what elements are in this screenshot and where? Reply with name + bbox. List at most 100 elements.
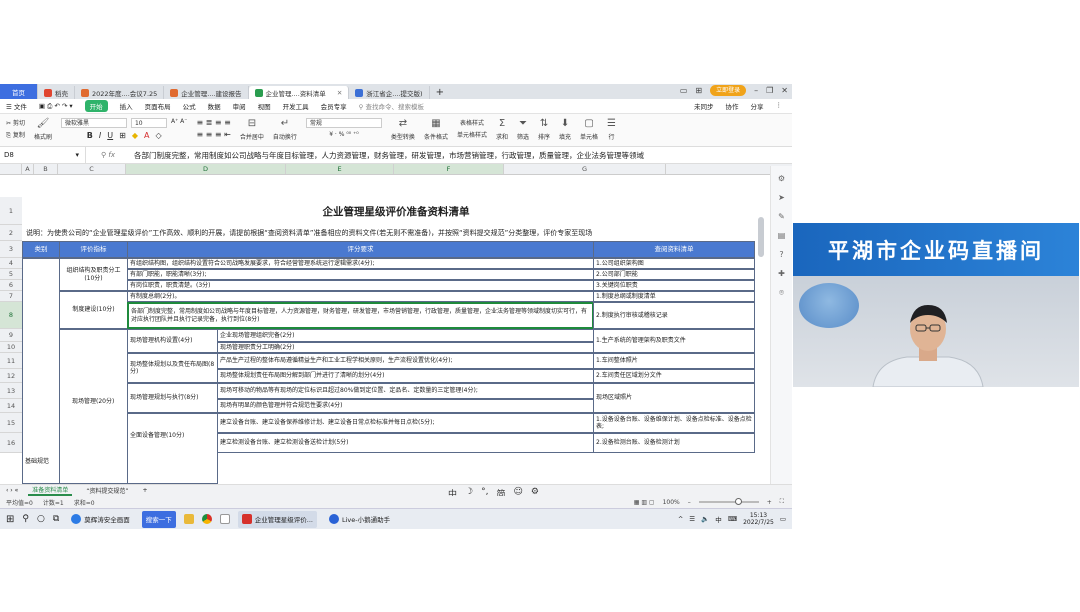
cut-button[interactable]: ✂ 剪切 ⎘ 复制 [6,118,25,140]
row-button[interactable]: ☰ 行 [607,118,616,141]
wrap-button[interactable]: ↵ 自动换行 [273,118,297,141]
cursor-icon[interactable]: ➤ [778,193,785,202]
add-sheet-icon[interactable]: + [143,487,148,494]
align-icons-2[interactable]: ≡ ≡ ≡ ⇤ [196,130,230,139]
row-number[interactable]: 9 [0,329,22,342]
requirement-cell[interactable]: 现场可移动的物品等有现场的定位标识且超过80%做到定位置、定品名、定数量的三定管… [217,383,594,399]
hamburger-icon[interactable]: ☰ 文件 [6,101,27,111]
indicator-cell[interactable]: 制度建设(10分) [59,291,128,329]
category-cell[interactable]: 基础规范 [22,258,60,484]
document-cell[interactable]: 1.制度总纲或制度清单 [593,291,755,302]
cortana-icon[interactable]: ○ [37,514,45,524]
menu-data[interactable]: 数据 [208,101,221,111]
row-number[interactable]: 5 [0,269,22,280]
row-number[interactable]: 4 [0,258,22,269]
row-number[interactable]: 3 [0,241,22,258]
layout-icon[interactable]: ▭ [680,86,688,95]
clear-icon[interactable]: ◇ [155,131,161,140]
menu-start[interactable]: 开始 [84,100,108,112]
view-normal-icon[interactable]: ▦ ▥ ▢ [634,499,655,506]
number-format-select[interactable]: 常规 [305,118,382,128]
row-number[interactable]: 14 [0,399,22,413]
notification-icon[interactable]: ▭ [780,515,786,523]
align-icons[interactable]: ≡ ≣ ≡ ≡ [196,118,230,127]
collab-button[interactable]: 协作 [726,101,739,111]
underline-icon[interactable]: U [107,131,113,140]
select-all[interactable] [0,164,22,174]
group-cell[interactable]: 现场管理(20分) [59,329,128,484]
requirement-cell[interactable]: 建立检测设备台账、建立检测设备送检计划(5分) [217,433,594,453]
command-search[interactable]: ⚲ 查找命令、搜索模板 [359,101,424,111]
requirement-cell[interactable]: 现场管理职责分工明确(2分) [217,342,594,353]
requirement-cell[interactable]: 有制度总纲(2分)。 [127,291,594,302]
sub-indicator-cell[interactable]: 现场整体规划以及责任布局图(8分) [127,353,218,383]
cond-format-button[interactable]: ▦ 条件格式 [424,118,448,141]
menu-formula[interactable]: 公式 [183,101,196,111]
name-box[interactable]: D8 ▾ [0,147,86,163]
file-icon[interactable] [219,514,230,524]
help-icon[interactable]: ? [779,250,783,259]
fill-color-icon[interactable]: ◆ [132,131,138,140]
tab-docer[interactable]: 稻壳 [38,86,75,99]
tab-report-ppt[interactable]: 企业管理....建设报告 [164,86,249,99]
task-browser[interactable]: 莫辉涛安全画面 [67,511,134,528]
folder-icon[interactable] [183,514,194,524]
fill-button[interactable]: ⬇ 填充 [559,118,571,141]
sub-indicator-cell[interactable]: 全面设备管理(10分) [127,413,218,484]
font-color-icon[interactable]: A [144,131,149,140]
tab-zhejiang-doc[interactable]: 浙江省企....提交版) [349,86,430,99]
document-cell[interactable]: 2.设备检测台账、设备检测计划 [593,433,755,453]
row-number[interactable]: 2 [0,225,22,241]
edit-icon[interactable]: ✎ [778,212,785,221]
sum-button[interactable]: Σ 求和 [496,118,508,141]
row-number[interactable]: 1 [0,197,22,225]
col-g[interactable]: G [504,164,666,174]
requirement-cell[interactable]: 现场有明显的颜色管理并符合规范性要求(4分) [217,399,594,413]
row-number[interactable]: 11 [0,353,22,369]
keyboard-icon[interactable]: ⌨ [728,515,737,523]
indicator-cell[interactable]: 组织结构及职责分工(10分) [59,258,128,291]
task-live[interactable]: Live-小鹅通助手 [325,511,394,528]
document-cell[interactable]: 1.车间整体照片 [593,353,755,369]
row-number[interactable]: 15 [0,413,22,433]
row-number[interactable]: 10 [0,342,22,353]
tray-lang[interactable]: 中 [715,514,722,524]
tools-icon[interactable]: ✚ [778,269,785,278]
number-format[interactable]: 常规 ¥ · % ⁰⁰ ⁺⁰ [305,118,382,138]
cell-button[interactable]: ▢ 单元格 [580,118,598,141]
fx-label[interactable]: ⚲ fx [86,151,130,159]
sort-button[interactable]: ⇅ 排序 [538,118,550,141]
document-cell[interactable]: 2.制度执行审核或稽核记录 [593,302,755,329]
new-tab-button[interactable]: + [430,86,450,99]
convert-button[interactable]: ⇄ 类型转换 [391,118,415,141]
tray-chevron-icon[interactable]: ^ [678,515,683,523]
row-number[interactable]: 16 [0,433,22,453]
menu-view[interactable]: 视图 [258,101,271,111]
requirement-cell[interactable]: 有岗位职责，职责清楚。(3分) [127,280,594,291]
sub-indicator-cell[interactable]: 现场管理规划与执行(8分) [127,383,218,413]
font-size-select[interactable]: 10 [130,118,167,128]
task-search[interactable]: 搜索一下 [141,510,176,528]
quick-save-icon[interactable]: ▣ ⎙ ↶ ↷ ▾ [39,102,73,111]
border-icon[interactable]: ⊞ [119,131,126,140]
row-number[interactable]: 6 [0,280,22,291]
requirement-cell[interactable]: 产品生产过程的整体布局遵循精益生产和工业工程学相关原则，生产流程设置优化(4分)… [217,353,594,369]
format-painter-button[interactable]: 🖌 格式刷 [34,118,52,141]
chrome-icon[interactable] [201,514,212,524]
percent-icon[interactable]: ¥ · % ⁰⁰ ⁺⁰ [329,131,358,138]
menu-insert[interactable]: 插入 [120,101,133,111]
document-cell[interactable]: 1.生产系统的管理架构及职责文件 [593,329,755,353]
document-cell[interactable]: 2.公司部门职能 [593,269,755,280]
col-d[interactable]: D [126,164,286,174]
window-close-icon[interactable]: ✕ [781,86,788,95]
row-number[interactable]: 13 [0,383,22,399]
fullscreen-icon[interactable]: ⛶ [780,498,784,506]
task-view-icon[interactable]: ⧉ [53,514,59,524]
col-c[interactable]: C [58,164,126,174]
document-cell[interactable]: 现场区域照片 [593,383,755,413]
col-b[interactable]: B [34,164,58,174]
font-grow-icon[interactable]: A⁺ A⁻ [171,118,187,128]
close-icon[interactable]: ✕ [337,89,342,97]
network-icon[interactable]: ☰ [689,515,695,523]
document-cell[interactable]: 3.关键岗位职责 [593,280,755,291]
